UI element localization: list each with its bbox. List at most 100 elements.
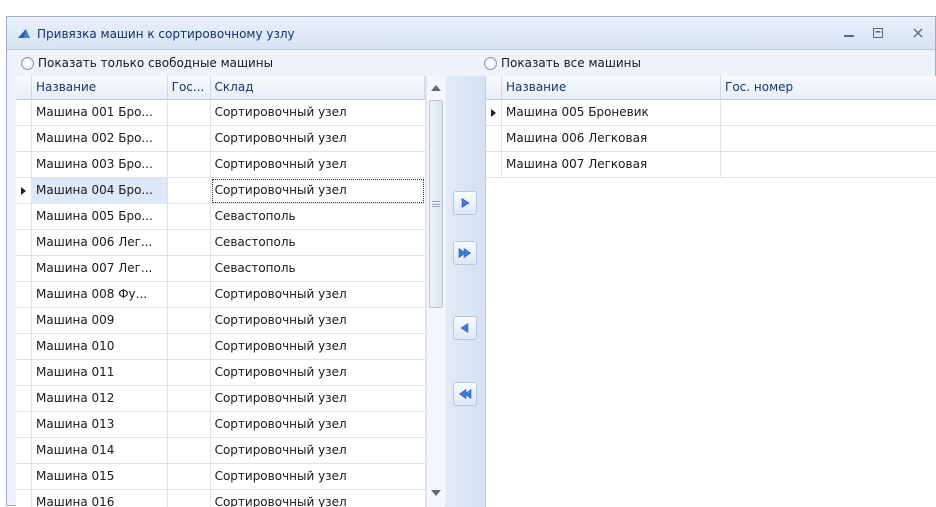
cell-name: Машина 007 Лег... bbox=[32, 256, 168, 282]
table-row[interactable]: Машина 013 Сортировочный узел bbox=[16, 412, 425, 438]
scroll-down-icon[interactable] bbox=[431, 490, 441, 496]
cell-warehouse: Сортировочный узел bbox=[211, 178, 425, 204]
row-indicator[interactable] bbox=[16, 438, 32, 463]
cell-warehouse: Сортировочный узел bbox=[214, 495, 347, 507]
cell-name: Машина 011 bbox=[32, 360, 168, 386]
cell-plate bbox=[721, 152, 936, 178]
row-indicator[interactable] bbox=[16, 360, 32, 385]
available-cars-grid[interactable]: Название Гос... Склад Машина 001 Бро... С… bbox=[16, 76, 426, 507]
table-row[interactable]: Машина 005 Броневик bbox=[486, 100, 936, 126]
cell-warehouse: Сортировочный узел bbox=[214, 157, 347, 171]
cell-plate bbox=[168, 360, 211, 386]
table-row[interactable]: Машина 012 Сортировочный узел bbox=[16, 386, 425, 412]
cell-name: Машина 003 Бро... bbox=[32, 152, 168, 178]
show-free-only-radio[interactable]: Показать только свободные машины bbox=[21, 51, 273, 75]
scroll-up-icon[interactable] bbox=[431, 85, 441, 91]
move-all-right-button[interactable] bbox=[453, 241, 477, 265]
cell-warehouse: Севастополь bbox=[214, 261, 296, 275]
cell-plate bbox=[168, 256, 211, 282]
cell-plate bbox=[168, 100, 211, 126]
cell-name: Машина 001 Бро... bbox=[32, 100, 168, 126]
row-indicator[interactable] bbox=[16, 256, 32, 281]
row-indicator[interactable] bbox=[486, 100, 502, 125]
cell-warehouse: Сортировочный узел bbox=[214, 417, 347, 431]
column-header-warehouse[interactable]: Склад bbox=[211, 76, 425, 100]
cell-warehouse: Севастополь bbox=[214, 209, 296, 223]
table-row[interactable]: Машина 011 Сортировочный узел bbox=[16, 360, 425, 386]
cell-plate bbox=[168, 152, 211, 178]
cell-name: Машина 013 bbox=[32, 412, 168, 438]
row-indicator[interactable] bbox=[16, 100, 32, 125]
cell-plate bbox=[168, 178, 211, 204]
move-selected-right-button[interactable] bbox=[453, 191, 477, 215]
assigned-cars-grid[interactable]: Название Гос. номер Машина 005 Броневик М… bbox=[486, 76, 936, 507]
double-triangle-left-icon bbox=[458, 388, 472, 400]
cell-plate bbox=[721, 100, 936, 126]
row-indicator[interactable] bbox=[16, 412, 32, 437]
table-row[interactable]: Машина 015 Сортировочный узел bbox=[16, 464, 425, 490]
table-row[interactable]: Машина 002 Бро... Сортировочный узел bbox=[16, 126, 425, 152]
cell-warehouse: Сортировочный узел bbox=[214, 131, 347, 145]
cell-name: Машина 006 Легковая bbox=[502, 126, 721, 152]
cell-plate bbox=[168, 126, 211, 152]
move-selected-left-button[interactable] bbox=[453, 316, 477, 340]
row-indicator[interactable] bbox=[16, 152, 32, 177]
cell-warehouse: Сортировочный узел bbox=[214, 105, 347, 119]
row-indicator[interactable] bbox=[16, 282, 32, 307]
table-row[interactable]: Машина 006 Лег... Севастополь bbox=[16, 230, 425, 256]
show-all-radio[interactable]: Показать все машины bbox=[484, 51, 641, 75]
restore-icon bbox=[873, 28, 883, 38]
row-indicator[interactable] bbox=[16, 490, 32, 507]
row-indicator[interactable] bbox=[16, 230, 32, 255]
grip-icon bbox=[432, 201, 440, 207]
cell-name: Машина 007 Легковая bbox=[502, 152, 721, 178]
cell-warehouse: Сортировочный узел bbox=[214, 313, 347, 327]
cell-plate bbox=[168, 464, 211, 490]
column-header-name[interactable]: Название bbox=[502, 76, 721, 100]
column-header-plate[interactable]: Гос. номер bbox=[721, 76, 936, 100]
move-all-left-button[interactable] bbox=[453, 382, 477, 406]
cell-plate bbox=[168, 204, 211, 230]
table-row[interactable]: Машина 007 Легковая bbox=[486, 152, 936, 178]
close-button[interactable] bbox=[909, 24, 927, 42]
row-indicator[interactable] bbox=[16, 386, 32, 411]
radio-circle bbox=[21, 56, 34, 70]
row-indicator[interactable] bbox=[486, 152, 502, 177]
table-row[interactable]: Машина 008 Фу... Сортировочный узел bbox=[16, 282, 425, 308]
row-indicator[interactable] bbox=[16, 308, 32, 333]
cell-plate bbox=[721, 126, 936, 152]
minimize-button[interactable] bbox=[840, 24, 858, 42]
row-indicator[interactable] bbox=[16, 126, 32, 151]
dialog-window: Привязка машин к сортировочному узлу Пок… bbox=[6, 16, 936, 507]
cell-plate bbox=[168, 412, 211, 438]
table-row[interactable]: Машина 001 Бро... Сортировочный узел bbox=[16, 100, 425, 126]
row-indicator[interactable] bbox=[16, 178, 32, 203]
table-row[interactable]: Машина 003 Бро... Сортировочный узел bbox=[16, 152, 425, 178]
scroll-thumb[interactable] bbox=[429, 100, 443, 308]
row-indicator[interactable] bbox=[16, 464, 32, 489]
restore-button[interactable] bbox=[869, 24, 887, 42]
cell-warehouse: Сортировочный узел bbox=[214, 287, 347, 301]
header-indicator bbox=[16, 76, 32, 100]
cell-warehouse: Сортировочный узел bbox=[214, 339, 347, 353]
row-indicator[interactable] bbox=[16, 334, 32, 359]
table-row[interactable]: Машина 014 Сортировочный узел bbox=[16, 438, 425, 464]
cell-plate bbox=[168, 438, 211, 464]
row-indicator[interactable] bbox=[486, 126, 502, 151]
cell-plate bbox=[168, 490, 211, 507]
table-row[interactable]: Машина 005 Бро... Севастополь bbox=[16, 204, 425, 230]
cell-warehouse: Сортировочный узел bbox=[214, 469, 347, 483]
table-row[interactable]: Машина 010 Сортировочный узел bbox=[16, 334, 425, 360]
left-grid-scrollbar[interactable] bbox=[426, 76, 445, 507]
table-row[interactable]: Машина 016 Сортировочный узел bbox=[16, 490, 425, 507]
cell-name: Машина 008 Фу... bbox=[32, 282, 168, 308]
table-row[interactable]: Машина 009 Сортировочный узел bbox=[16, 308, 425, 334]
row-indicator[interactable] bbox=[16, 204, 32, 229]
column-header-plate[interactable]: Гос... bbox=[168, 76, 211, 100]
table-row[interactable]: Машина 004 Бро... Сортировочный узел bbox=[16, 178, 425, 204]
table-row[interactable]: Машина 007 Лег... Севастополь bbox=[16, 256, 425, 282]
column-header-name[interactable]: Название bbox=[32, 76, 168, 100]
title-bar[interactable]: Привязка машин к сортировочному узлу bbox=[7, 17, 935, 50]
cell-warehouse: Сортировочный узел bbox=[214, 391, 347, 405]
table-row[interactable]: Машина 006 Легковая bbox=[486, 126, 936, 152]
